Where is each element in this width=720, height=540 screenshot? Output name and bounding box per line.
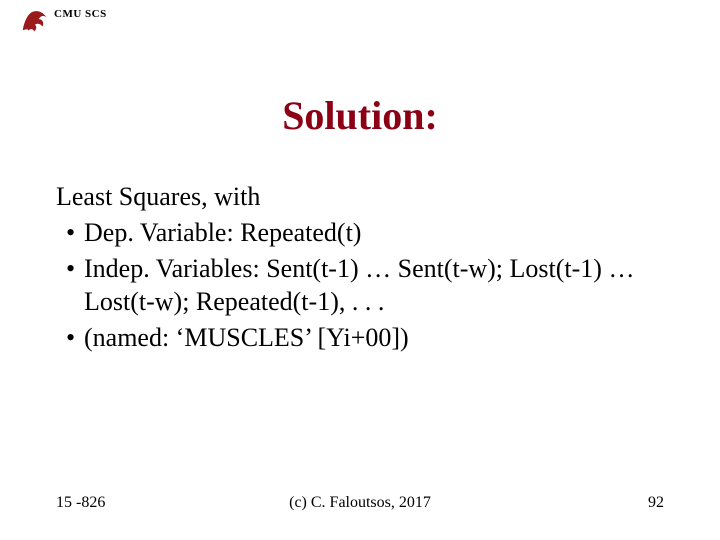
page-number: 92 xyxy=(648,494,664,512)
bullet-list: Dep. Variable: Repeated(t) Indep. Variab… xyxy=(56,216,664,355)
list-item: (named: ‘MUSCLES’ [Yi+00]) xyxy=(56,321,664,355)
slide-body: Least Squares, with Dep. Variable: Repea… xyxy=(56,180,664,357)
slide-footer: 15 -826 (c) C. Faloutsos, 2017 92 xyxy=(56,494,664,512)
cmu-dragon-icon xyxy=(20,6,50,36)
list-item: Indep. Variables: Sent(t-1) … Sent(t-w);… xyxy=(56,252,664,320)
course-code: 15 -826 xyxy=(56,494,105,512)
slide-header: CMU SCS xyxy=(20,6,107,36)
list-item: Dep. Variable: Repeated(t) xyxy=(56,216,664,250)
slide-title: Solution: xyxy=(0,92,720,139)
copyright-text: (c) C. Faloutsos, 2017 xyxy=(56,494,664,512)
org-label: CMU SCS xyxy=(54,6,107,20)
body-lead: Least Squares, with xyxy=(56,180,664,214)
